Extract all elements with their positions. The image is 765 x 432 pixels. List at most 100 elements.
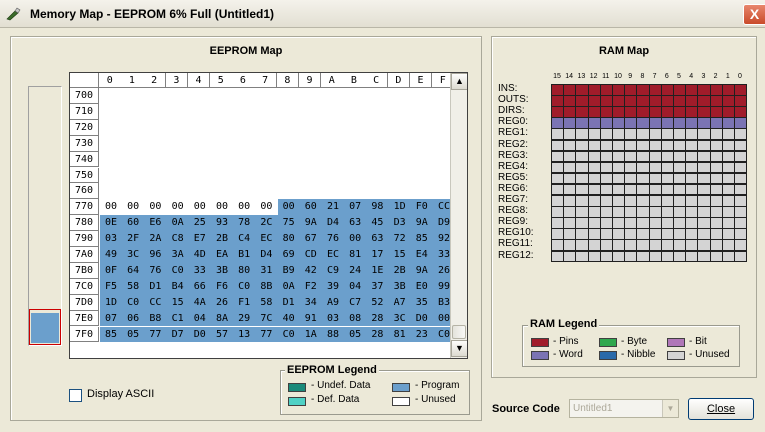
memory-cell: F6 <box>215 280 229 292</box>
ram-bit-cell <box>599 95 613 107</box>
register-label: OUTS: <box>498 94 529 106</box>
memory-cell: 03 <box>326 312 340 324</box>
eeprom-overview-bar[interactable] <box>28 86 62 346</box>
scroll-down-button[interactable]: ▼ <box>451 340 467 357</box>
ram-bit-cell <box>697 239 711 251</box>
chevron-down-icon[interactable]: ▼ <box>662 400 678 417</box>
ram-bit-cell <box>563 161 577 174</box>
row-address: 760 <box>70 183 99 200</box>
ram-bit-cell <box>636 150 650 163</box>
memory-cell: 13 <box>238 328 251 340</box>
ram-bit-cell <box>563 239 577 251</box>
ram-bit-cell <box>685 250 699 263</box>
memory-cell: 69 <box>282 249 295 260</box>
ram-bit-cell <box>636 161 650 174</box>
memory-cell: D1 <box>282 296 295 308</box>
memory-cell: 2A <box>149 233 162 245</box>
ram-bit-cell <box>563 250 577 263</box>
ram-bit-cell <box>660 139 674 152</box>
memory-cell: F0 <box>415 201 428 213</box>
display-ascii-checkbox[interactable] <box>69 389 82 402</box>
memory-cell: D7 <box>171 328 184 340</box>
ram-bit-cell <box>648 95 662 107</box>
memory-cell: 76 <box>326 233 340 245</box>
ram-bit-cell <box>734 117 748 129</box>
eeprom-scrollbar[interactable]: ▲ ▼ <box>450 73 467 358</box>
display-ascii-label[interactable]: Display ASCII <box>87 388 154 400</box>
legend-swatch-def-data <box>288 397 306 406</box>
memory-cell: 75 <box>282 217 295 229</box>
ram-bit-cell <box>734 84 748 96</box>
ram-bit-cell <box>648 206 662 218</box>
ram-bit-cell <box>648 117 662 129</box>
memory-cell: 28 <box>371 328 384 340</box>
ram-bit-cell <box>636 206 650 218</box>
ram-bit-cell <box>721 161 735 174</box>
ram-bit-cell <box>660 84 674 96</box>
ram-legend-title: RAM Legend <box>528 318 600 330</box>
window-close-button[interactable]: X <box>743 4 765 25</box>
source-code-select[interactable]: Untitled1 ▼ <box>569 399 679 418</box>
ram-bit-cell <box>575 106 589 118</box>
register-label: REG11: <box>498 238 533 250</box>
ram-legend-swatch <box>599 338 617 347</box>
ram-bit-cell <box>734 95 748 107</box>
memory-cell: 08 <box>349 312 362 324</box>
row-address: 7F0 <box>70 326 99 343</box>
ram-bit-cell <box>624 172 638 185</box>
ram-legend-label: - Byte <box>621 336 648 347</box>
memory-cell: 06 <box>127 312 140 324</box>
ram-bit-cell <box>624 183 638 196</box>
scroll-thumb[interactable] <box>452 325 466 339</box>
register-label: REG1: <box>498 127 529 139</box>
memory-cell: 63 <box>371 233 384 245</box>
ram-bit-cell <box>624 139 638 152</box>
register-label: REG10: <box>498 227 534 239</box>
ram-bit-cell <box>734 206 748 218</box>
bit-number: 7 <box>652 73 657 80</box>
column-header: 4 <box>187 73 211 88</box>
column-header: C <box>365 73 388 88</box>
bit-number: 14 <box>565 73 574 80</box>
memory-cell: 63 <box>349 217 362 229</box>
display-ascii-label-text: Display ASCII <box>87 388 155 400</box>
ram-bit-cell <box>636 239 650 251</box>
ram-bit-cell <box>636 195 650 207</box>
memory-cell: 37 <box>371 280 384 292</box>
column-header: 0 <box>99 73 122 88</box>
memory-cell: 85 <box>104 328 118 340</box>
scroll-up-button[interactable]: ▲ <box>451 73 467 90</box>
ram-bit-cell <box>575 239 589 251</box>
memory-cell: 35 <box>415 296 428 308</box>
memory-cell: C0 <box>282 328 295 340</box>
ram-bit-cell <box>624 84 638 96</box>
ram-bit-cell <box>587 217 601 229</box>
ram-bit-cell <box>660 195 674 207</box>
ram-bit-cell <box>599 228 613 240</box>
memory-cell: 1D <box>104 296 118 308</box>
ram-bit-cell <box>734 183 748 196</box>
memory-cell: A7 <box>393 296 406 308</box>
ram-bit-cell <box>709 150 723 163</box>
memory-cell: 34 <box>304 296 317 308</box>
memory-cell: 00 <box>149 201 162 213</box>
ram-bit-cell <box>587 239 601 251</box>
ram-bit-cell <box>660 239 674 251</box>
ram-bit-cell <box>563 172 577 185</box>
row-address: 780 <box>70 215 99 232</box>
ram-bit-cell <box>709 128 723 140</box>
ram-bit-cell <box>648 183 662 196</box>
memory-cell: 52 <box>371 296 384 308</box>
ram-bit-cell <box>721 106 735 118</box>
eeprom-overview-viewport[interactable] <box>29 309 61 345</box>
legend-swatch-program <box>392 383 410 392</box>
ram-bit-cell <box>697 139 711 152</box>
memory-cell: 3B <box>393 280 406 292</box>
memory-cell: 9A <box>415 264 428 276</box>
memory-cell: 05 <box>349 328 362 340</box>
memory-cell: 64 <box>127 264 140 276</box>
close-button[interactable]: Close <box>688 398 754 420</box>
memory-cell: 7C <box>260 312 273 324</box>
ram-bit-cell <box>575 217 589 229</box>
ram-bit-cell <box>624 150 638 163</box>
